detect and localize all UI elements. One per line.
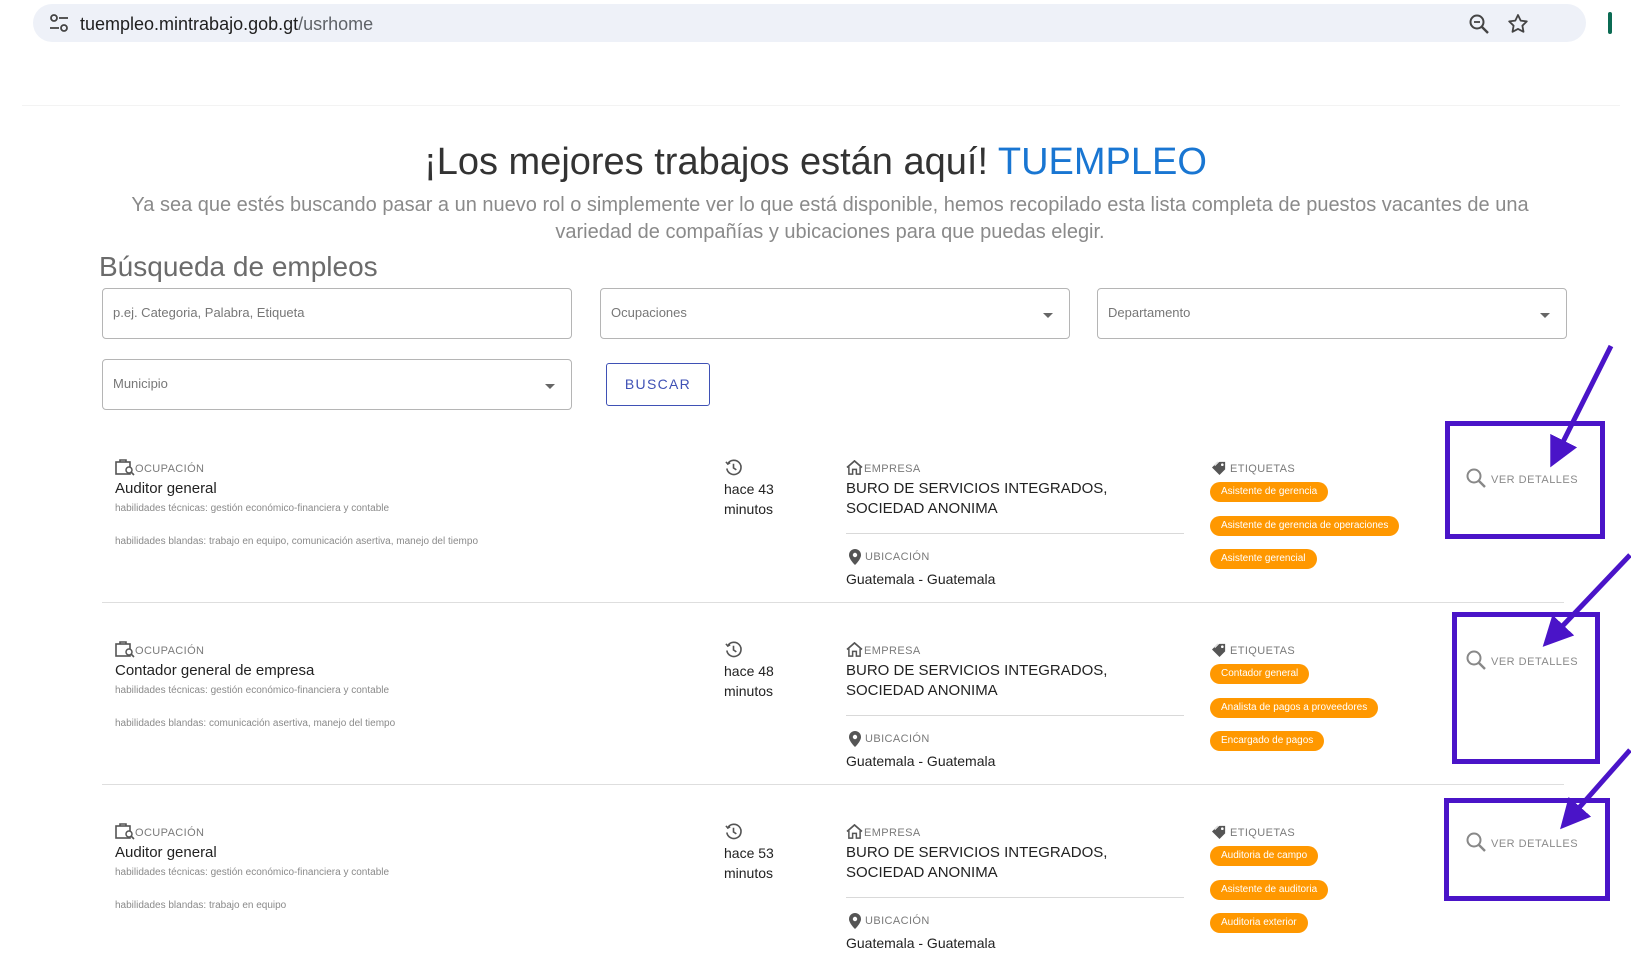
tags-label: ETIQUETAS — [1230, 827, 1296, 839]
keyword-placeholder: p.ej. Categoria, Palabra, Etiqueta — [113, 305, 305, 320]
row-divider — [102, 784, 1564, 785]
star-icon[interactable] — [1506, 12, 1530, 36]
url-text[interactable]: tuempleo.mintrabajo.gob.gt/usrhome — [80, 14, 373, 35]
zoom-icon[interactable] — [1468, 13, 1490, 35]
location-label: UBICACIÓN — [865, 915, 930, 927]
page-title: ¡Los mejores trabajos están aquí! TUEMPL… — [424, 141, 1207, 183]
department-select[interactable]: Departamento — [1097, 288, 1567, 339]
department-label: Departamento — [1108, 305, 1191, 320]
posted-time: hace 43 minutos — [724, 481, 774, 517]
annotation-box — [1444, 798, 1610, 901]
hard-skills: habilidades técnicas: gestión económico-… — [115, 685, 390, 696]
occupation-title: Auditor general — [115, 480, 217, 497]
location-value: Guatemala - Guatemala — [846, 935, 996, 951]
annotation-box — [1445, 421, 1605, 539]
tag-icon — [1210, 642, 1229, 662]
home-icon — [846, 459, 863, 480]
home-icon — [846, 823, 863, 844]
municipality-select[interactable]: Municipio — [102, 359, 572, 410]
tag-chip[interactable]: Auditoria de campo — [1210, 846, 1319, 866]
keyword-input[interactable]: p.ej. Categoria, Palabra, Etiqueta — [102, 288, 572, 339]
briefcase-search-icon — [115, 822, 135, 845]
soft-skills: habilidades blandas: trabajo en equipo, … — [115, 536, 479, 547]
company-label: EMPRESA — [864, 827, 921, 839]
divider — [846, 533, 1184, 534]
occupation-title: Auditor general — [115, 844, 217, 861]
tag-chip[interactable]: Asistente de auditoria — [1210, 880, 1329, 900]
home-icon — [846, 641, 863, 662]
occupations-label: Ocupaciones — [611, 305, 687, 320]
occupation-label: OCUPACIÓN — [135, 645, 205, 657]
chevron-down-icon — [1540, 313, 1550, 318]
posted-time: hace 53 minutos — [724, 845, 774, 881]
tune-icon[interactable] — [49, 14, 69, 32]
company-name: BURO DE SERVICIOS INTEGRADOS, SOCIEDAD A… — [846, 480, 1108, 517]
occupation-label: OCUPACIÓN — [135, 827, 205, 839]
annotation-box — [1452, 612, 1600, 764]
soft-skills: habilidades blandas: trabajo en equipo — [115, 900, 287, 911]
tag-chip[interactable]: Asistente de gerencia de operaciones — [1210, 516, 1400, 536]
divider — [846, 897, 1184, 898]
hard-skills: habilidades técnicas: gestión económico-… — [115, 503, 390, 514]
tag-chip[interactable]: Asistente de gerencia — [1210, 482, 1329, 502]
location-value: Guatemala - Guatemala — [846, 571, 996, 587]
location-pin-icon — [849, 731, 861, 752]
occupations-select[interactable]: Ocupaciones — [600, 288, 1070, 339]
location-pin-icon — [849, 913, 861, 934]
tag-chip[interactable]: Encargado de pagos — [1210, 731, 1325, 751]
company-name: BURO DE SERVICIOS INTEGRADOS, SOCIEDAD A… — [846, 662, 1108, 699]
search-section-title: Búsqueda de empleos — [99, 251, 378, 282]
address-bar[interactable]: tuempleo.mintrabajo.gob.gt/usrhome — [33, 4, 1586, 42]
municipality-label: Municipio — [113, 376, 168, 391]
divider — [846, 715, 1184, 716]
header-divider — [22, 105, 1620, 106]
extension-indicator — [1608, 12, 1612, 34]
posted-time: hace 48 minutos — [724, 663, 774, 699]
location-value: Guatemala - Guatemala — [846, 753, 996, 769]
location-pin-icon — [849, 549, 861, 570]
occupation-label: OCUPACIÓN — [135, 463, 205, 475]
occupation-title: Contador general de empresa — [115, 662, 315, 679]
search-button[interactable]: BUSCAR — [606, 363, 710, 406]
tags-label: ETIQUETAS — [1230, 463, 1296, 475]
tag-chip[interactable]: Asistente gerencial — [1210, 549, 1317, 569]
briefcase-search-icon — [115, 458, 135, 481]
location-label: UBICACIÓN — [865, 551, 930, 563]
brand-name: TUEMPLEO — [997, 141, 1207, 183]
briefcase-search-icon — [115, 640, 135, 663]
company-label: EMPRESA — [864, 463, 921, 475]
chevron-down-icon — [1043, 313, 1053, 318]
company-name: BURO DE SERVICIOS INTEGRADOS, SOCIEDAD A… — [846, 844, 1108, 881]
hard-skills: habilidades técnicas: gestión económico-… — [115, 867, 390, 878]
page-subtitle: Ya sea que estés buscando pasar a un nue… — [131, 194, 1529, 243]
tag-icon — [1210, 824, 1229, 844]
tags-label: ETIQUETAS — [1230, 645, 1296, 657]
tag-chip[interactable]: Analista de pagos a proveedores — [1210, 698, 1379, 718]
soft-skills: habilidades blandas: comunicación aserti… — [115, 718, 396, 729]
location-label: UBICACIÓN — [865, 733, 930, 745]
chevron-down-icon — [545, 384, 555, 389]
tag-icon — [1210, 460, 1229, 480]
tag-chip[interactable]: Contador general — [1210, 664, 1310, 684]
row-divider — [102, 602, 1564, 603]
tag-chip[interactable]: Auditoria exterior — [1210, 913, 1308, 933]
company-label: EMPRESA — [864, 645, 921, 657]
